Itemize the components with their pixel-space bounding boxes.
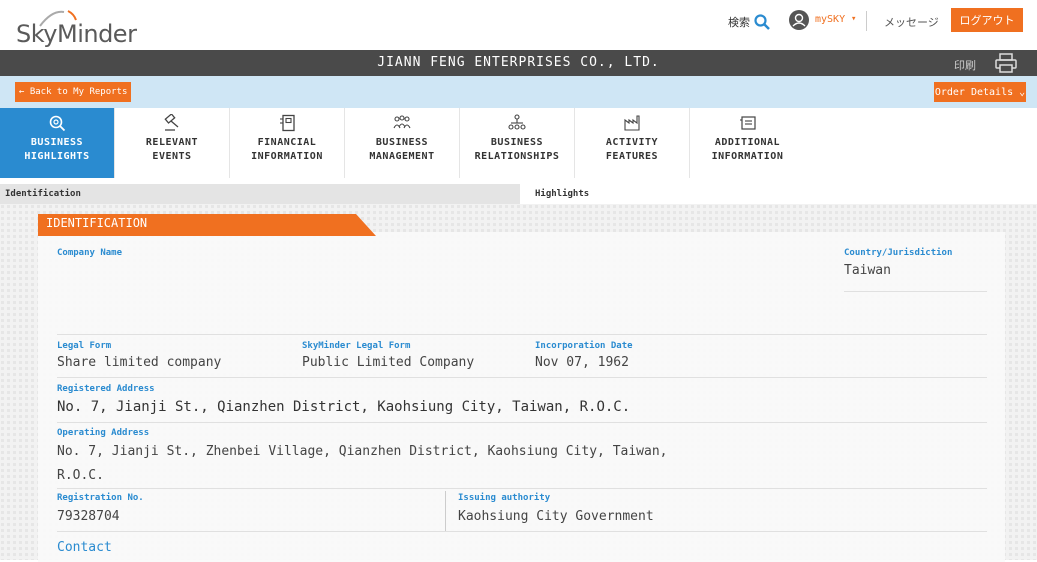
tab-relevant-events[interactable]: RELEVANT EVENTS	[115, 108, 230, 178]
search-link[interactable]: 検索	[728, 11, 771, 33]
top-header: SkyMinder 検索 mySKY ▾ メッセージ ログアウト	[0, 0, 1037, 50]
divider	[57, 531, 987, 532]
tab-label-line2: HIGHLIGHTS	[24, 151, 90, 162]
tab-additional-information[interactable]: ADDITIONAL INFORMATION	[690, 108, 805, 178]
tab-label-line1: ACTIVITY	[605, 137, 659, 148]
user-avatar-icon[interactable]	[789, 10, 809, 30]
contact-link[interactable]: Contact	[57, 540, 112, 555]
tab-business-highlights[interactable]: BUSINESS HIGHLIGHTS	[0, 108, 115, 178]
tab-label-line2: EVENTS	[152, 151, 192, 162]
company-title: JIANN FENG ENTERPRISES CO., LTD.	[377, 55, 660, 70]
legal-form-value: Share limited company	[57, 355, 222, 370]
company-title-bar: JIANN FENG ENTERPRISES CO., LTD. 印刷	[0, 50, 1037, 76]
mysky-menu[interactable]: mySKY	[815, 14, 845, 25]
tab-label-line2: INFORMATION	[251, 151, 323, 162]
incorporation-date-value: Nov 07, 1962	[535, 355, 629, 370]
registered-address-label: Registered Address	[57, 384, 155, 394]
registration-number-value: 79328704	[57, 509, 120, 524]
chevron-down-icon[interactable]: ▾	[851, 14, 856, 24]
info-doc-icon	[739, 116, 756, 130]
tab-label-line1: BUSINESS	[375, 137, 429, 148]
tab-label-line2: INFORMATION	[711, 151, 784, 162]
tab-activity-features[interactable]: ACTIVITY FEATURES	[575, 108, 690, 178]
messages-link[interactable]: メッセージ	[884, 14, 939, 30]
sub-tabs: Identification Highlights	[0, 184, 1037, 204]
action-bar: ← Back to My Reports Order Details ⌄	[0, 76, 1037, 108]
search-icon[interactable]	[753, 13, 771, 31]
divider	[57, 377, 987, 378]
tab-label-line1: BUSINESS	[490, 137, 544, 148]
people-icon	[393, 115, 411, 129]
tab-label-line2: FEATURES	[605, 151, 659, 162]
country-value: Taiwan	[844, 263, 891, 278]
tab-label-line1: BUSINESS	[30, 137, 84, 148]
logout-button[interactable]: ログアウト	[951, 8, 1023, 32]
search-label: 検索	[728, 16, 750, 29]
identification-section-header: IDENTIFICATION	[38, 214, 376, 236]
legal-form-label: Legal Form	[57, 341, 112, 351]
section-title: IDENTIFICATION	[46, 216, 148, 230]
order-details-button[interactable]: Order Details ⌄	[934, 82, 1026, 102]
registered-address-value: No. 7, Jianji St., Qianzhen District, Ka…	[57, 399, 631, 415]
divider	[57, 334, 987, 335]
operating-address-label: Operating Address	[57, 428, 150, 438]
issuing-authority-value: Kaohsiung City Government	[458, 509, 654, 524]
factory-icon	[624, 115, 640, 131]
logo-text: SkyMinder	[16, 20, 137, 48]
header-divider	[866, 11, 867, 31]
print-label[interactable]: 印刷	[954, 57, 976, 73]
skyminder-legal-form-label: SkyMinder Legal Form	[302, 341, 411, 351]
subtab-highlights[interactable]: Highlights	[520, 184, 1037, 204]
tab-business-management[interactable]: BUSINESS MANAGEMENT	[345, 108, 460, 178]
company-name-label: Company Name	[57, 248, 123, 258]
tab-financial-information[interactable]: FINANCIAL INFORMATION	[230, 108, 345, 178]
registration-number-label: Registration No.	[57, 493, 144, 503]
back-to-reports-button[interactable]: ← Back to My Reports	[15, 82, 132, 102]
divider	[57, 422, 987, 423]
gavel-icon	[164, 114, 179, 131]
incorporation-date-label: Incorporation Date	[535, 341, 633, 351]
tab-label-line1: RELEVANT	[145, 137, 199, 148]
issuing-authority-label: Issuing authority	[458, 493, 551, 503]
column-divider	[445, 491, 446, 531]
operating-address-line1: No. 7, Jianji St., Zhenbei Village, Qian…	[57, 444, 668, 459]
tab-label-line2: RELATIONSHIPS	[474, 151, 560, 162]
tab-business-relationships[interactable]: BUSINESS RELATIONSHIPS	[460, 108, 575, 178]
search-icon	[49, 115, 66, 132]
org-chart-icon	[508, 114, 526, 130]
tab-label-line2: MANAGEMENT	[369, 151, 435, 162]
content-area: IDENTIFICATION Company Name Country/Juri…	[0, 204, 1037, 562]
subtab-identification[interactable]: Identification	[0, 184, 520, 204]
tab-label-line1: FINANCIAL	[257, 137, 317, 148]
operating-address-line2: R.O.C.	[57, 468, 104, 483]
divider	[57, 488, 987, 489]
skyminder-logo[interactable]: SkyMinder	[16, 6, 146, 48]
skyminder-legal-form-value: Public Limited Company	[302, 355, 475, 370]
main-tabs: BUSINESS HIGHLIGHTS RELEVANT EVENTS FINANC…	[0, 108, 1037, 178]
financial-doc-icon	[280, 114, 295, 132]
country-label: Country/Jurisdiction	[844, 248, 953, 258]
divider	[844, 291, 987, 292]
tab-label-line1: ADDITIONAL	[714, 137, 781, 148]
printer-icon[interactable]	[995, 53, 1017, 73]
